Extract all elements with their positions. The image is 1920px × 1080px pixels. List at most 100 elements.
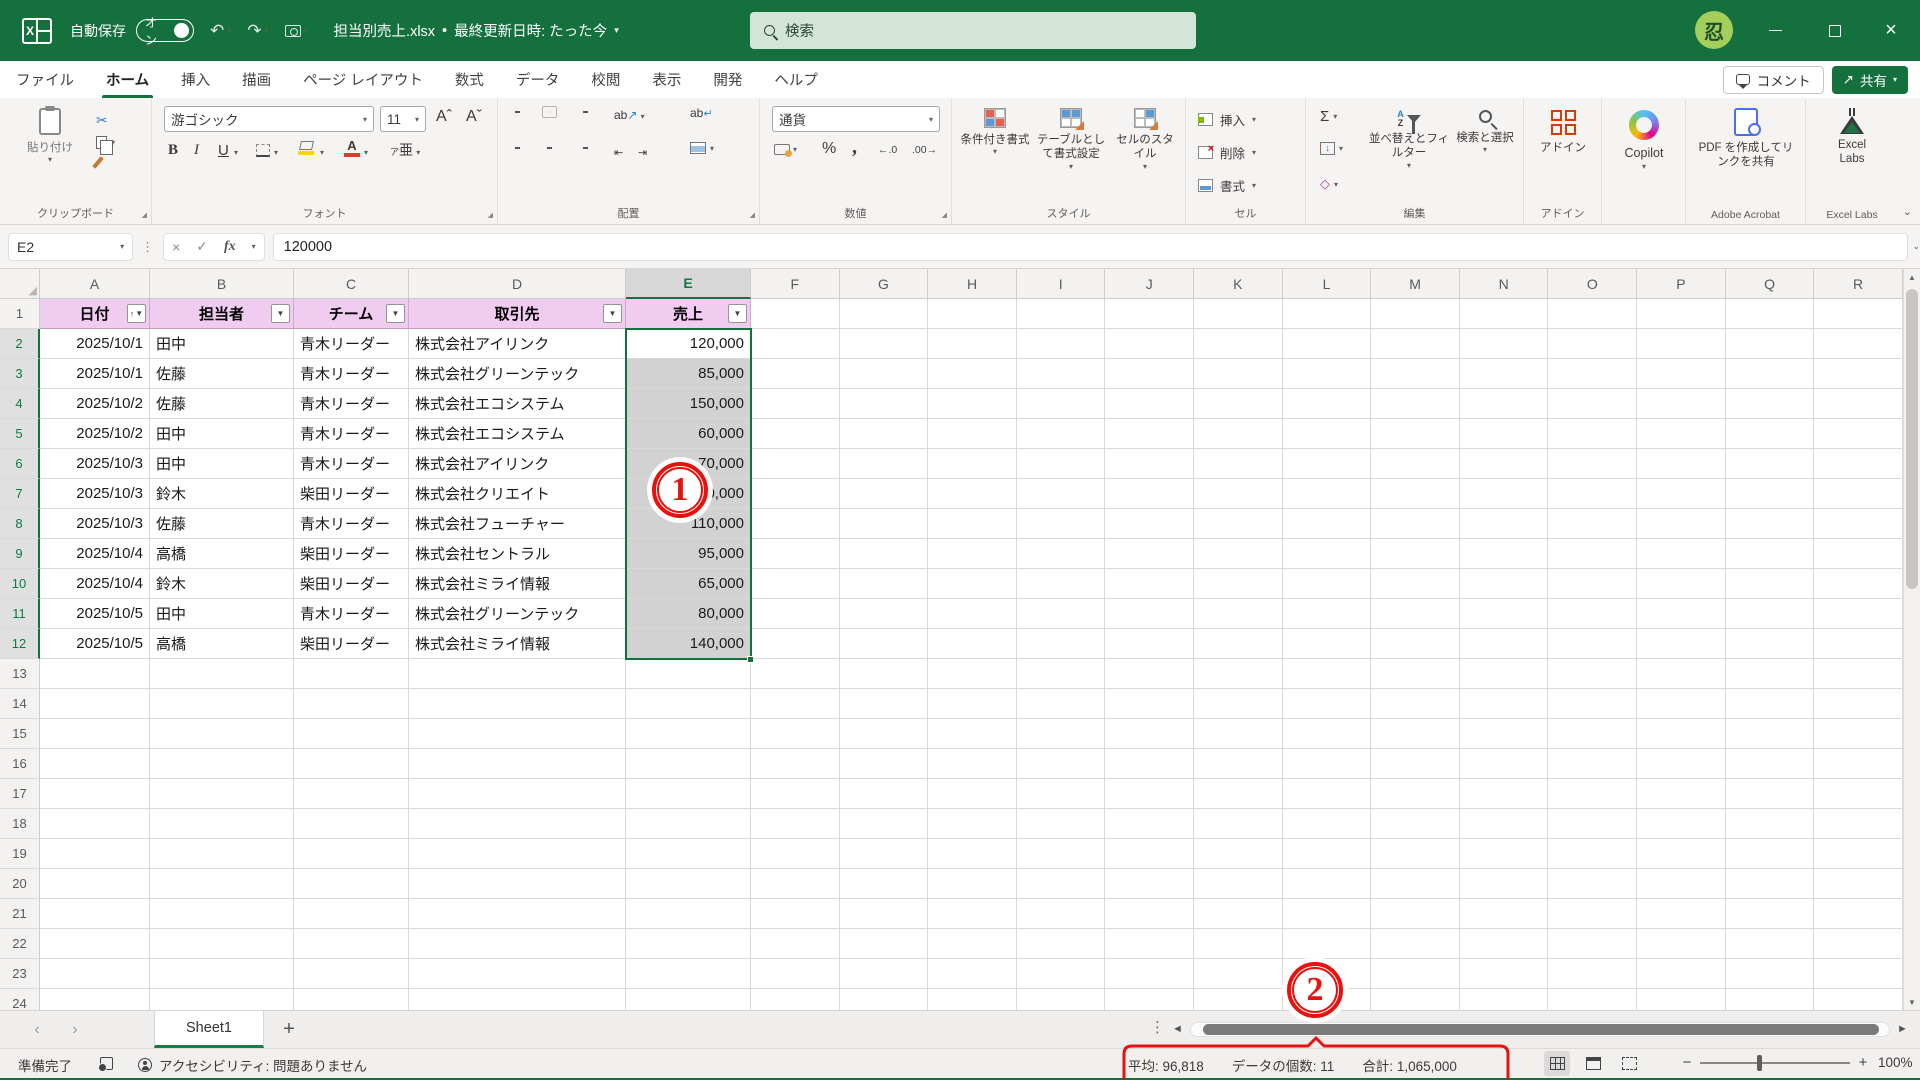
cell-P22[interactable] [1637,929,1726,959]
cell-I13[interactable] [1016,659,1106,689]
cell-N10[interactable] [1459,569,1549,599]
cell-A6[interactable]: 2025/10/3 [40,449,150,479]
cell-K20[interactable] [1194,869,1283,899]
cell-H11[interactable] [928,599,1017,629]
cell-E9[interactable]: 95,000 [626,539,751,569]
cell-D18[interactable] [409,809,626,839]
cell-D7[interactable]: 株式会社クリエイト [409,479,626,509]
cell-E18[interactable] [626,809,751,839]
cell-I15[interactable] [1016,719,1106,749]
status-stat-1[interactable]: データの個数: 11 [1232,1055,1335,1075]
cell-C7[interactable]: 柴田リーダー [294,479,409,509]
cell-N13[interactable] [1459,659,1549,689]
cell-Q10[interactable] [1725,569,1815,599]
cell-J3[interactable] [1105,359,1195,389]
cell-G16[interactable] [839,749,929,779]
format-cells-button[interactable]: 書式 ▾ [1198,176,1256,195]
cell-F10[interactable] [751,569,840,599]
column-header-D[interactable]: D [409,269,626,299]
cell-K6[interactable] [1194,449,1283,479]
cell-L22[interactable] [1282,929,1372,959]
cell-N20[interactable] [1459,869,1549,899]
cell-H20[interactable] [928,869,1017,899]
cell-F18[interactable] [751,809,840,839]
cell-D20[interactable] [409,869,626,899]
column-header-O[interactable]: O [1548,269,1638,299]
cell-C6[interactable]: 青木リーダー [294,449,409,479]
cell-P19[interactable] [1637,839,1726,869]
cell-N1[interactable] [1459,299,1549,329]
cell-B19[interactable] [150,839,294,869]
cell-R19[interactable] [1814,839,1903,869]
horizontal-scroll-thumb[interactable] [1203,1024,1879,1035]
cell-B22[interactable] [150,929,294,959]
cell-I3[interactable] [1016,359,1106,389]
cell-L7[interactable] [1282,479,1372,509]
percent-style-button[interactable]: % [822,140,836,158]
column-header-N[interactable]: N [1459,269,1549,299]
cell-G4[interactable] [839,389,929,419]
normal-view-button[interactable] [1544,1051,1570,1076]
cell-Q20[interactable] [1725,869,1815,899]
borders-button[interactable] [256,144,270,157]
cell-F24[interactable] [751,989,840,1010]
cell-R24[interactable] [1814,989,1903,1010]
cell-J6[interactable] [1105,449,1195,479]
column-header-K[interactable]: K [1194,269,1283,299]
cell-E10[interactable]: 65,000 [626,569,751,599]
cell-H9[interactable] [928,539,1017,569]
cell-B14[interactable] [150,689,294,719]
cell-E1[interactable]: 売上 ▼ [626,299,751,329]
cell-O3[interactable] [1548,359,1638,389]
cell-R12[interactable] [1814,629,1903,659]
cell-N15[interactable] [1459,719,1549,749]
cell-C17[interactable] [294,779,409,809]
cell-P18[interactable] [1637,809,1726,839]
cell-I14[interactable] [1016,689,1106,719]
cell-C22[interactable] [294,929,409,959]
cell-A13[interactable] [40,659,150,689]
cell-F23[interactable] [751,959,840,989]
cell-O11[interactable] [1548,599,1638,629]
font-color-dropdown[interactable]: ▾ [364,148,368,157]
page-layout-view-button[interactable] [1580,1051,1606,1076]
cell-I4[interactable] [1016,389,1106,419]
cell-N8[interactable] [1459,509,1549,539]
cell-B23[interactable] [150,959,294,989]
maximize-button[interactable] [1812,0,1858,61]
align-middle-button[interactable] [542,106,557,118]
column-header-Q[interactable]: Q [1725,269,1815,299]
cell-H21[interactable] [928,899,1017,929]
cell-R10[interactable] [1814,569,1903,599]
find-select-button[interactable]: 検索と選択 ▾ [1454,110,1516,155]
cell-Q6[interactable] [1725,449,1815,479]
cell-O12[interactable] [1548,629,1638,659]
cell-O9[interactable] [1548,539,1638,569]
row-header-23[interactable]: 23 [0,959,40,989]
cell-G22[interactable] [839,929,929,959]
grow-font-button[interactable]: Aˆ [436,108,452,126]
cell-A11[interactable]: 2025/10/5 [40,599,150,629]
cell-J20[interactable] [1105,869,1195,899]
cell-N6[interactable] [1459,449,1549,479]
cell-K23[interactable] [1194,959,1283,989]
cell-O2[interactable] [1548,329,1638,359]
cell-C2[interactable]: 青木リーダー [294,329,409,359]
cell-B11[interactable]: 田中 [150,599,294,629]
cell-M2[interactable] [1371,329,1460,359]
cell-K5[interactable] [1194,419,1283,449]
cell-Q3[interactable] [1725,359,1815,389]
number-dialog-launcher[interactable]: ◢ [942,211,947,219]
add-sheet-button[interactable]: + [264,1011,314,1048]
column-header-L[interactable]: L [1282,269,1372,299]
cell-K17[interactable] [1194,779,1283,809]
cell-G10[interactable] [839,569,929,599]
number-format-combo[interactable]: 通貨 ▾ [772,106,940,132]
cell-K10[interactable] [1194,569,1283,599]
cell-I21[interactable] [1016,899,1106,929]
cell-E17[interactable] [626,779,751,809]
cell-M15[interactable] [1371,719,1460,749]
cell-Q22[interactable] [1725,929,1815,959]
cell-B20[interactable] [150,869,294,899]
cell-M17[interactable] [1371,779,1460,809]
